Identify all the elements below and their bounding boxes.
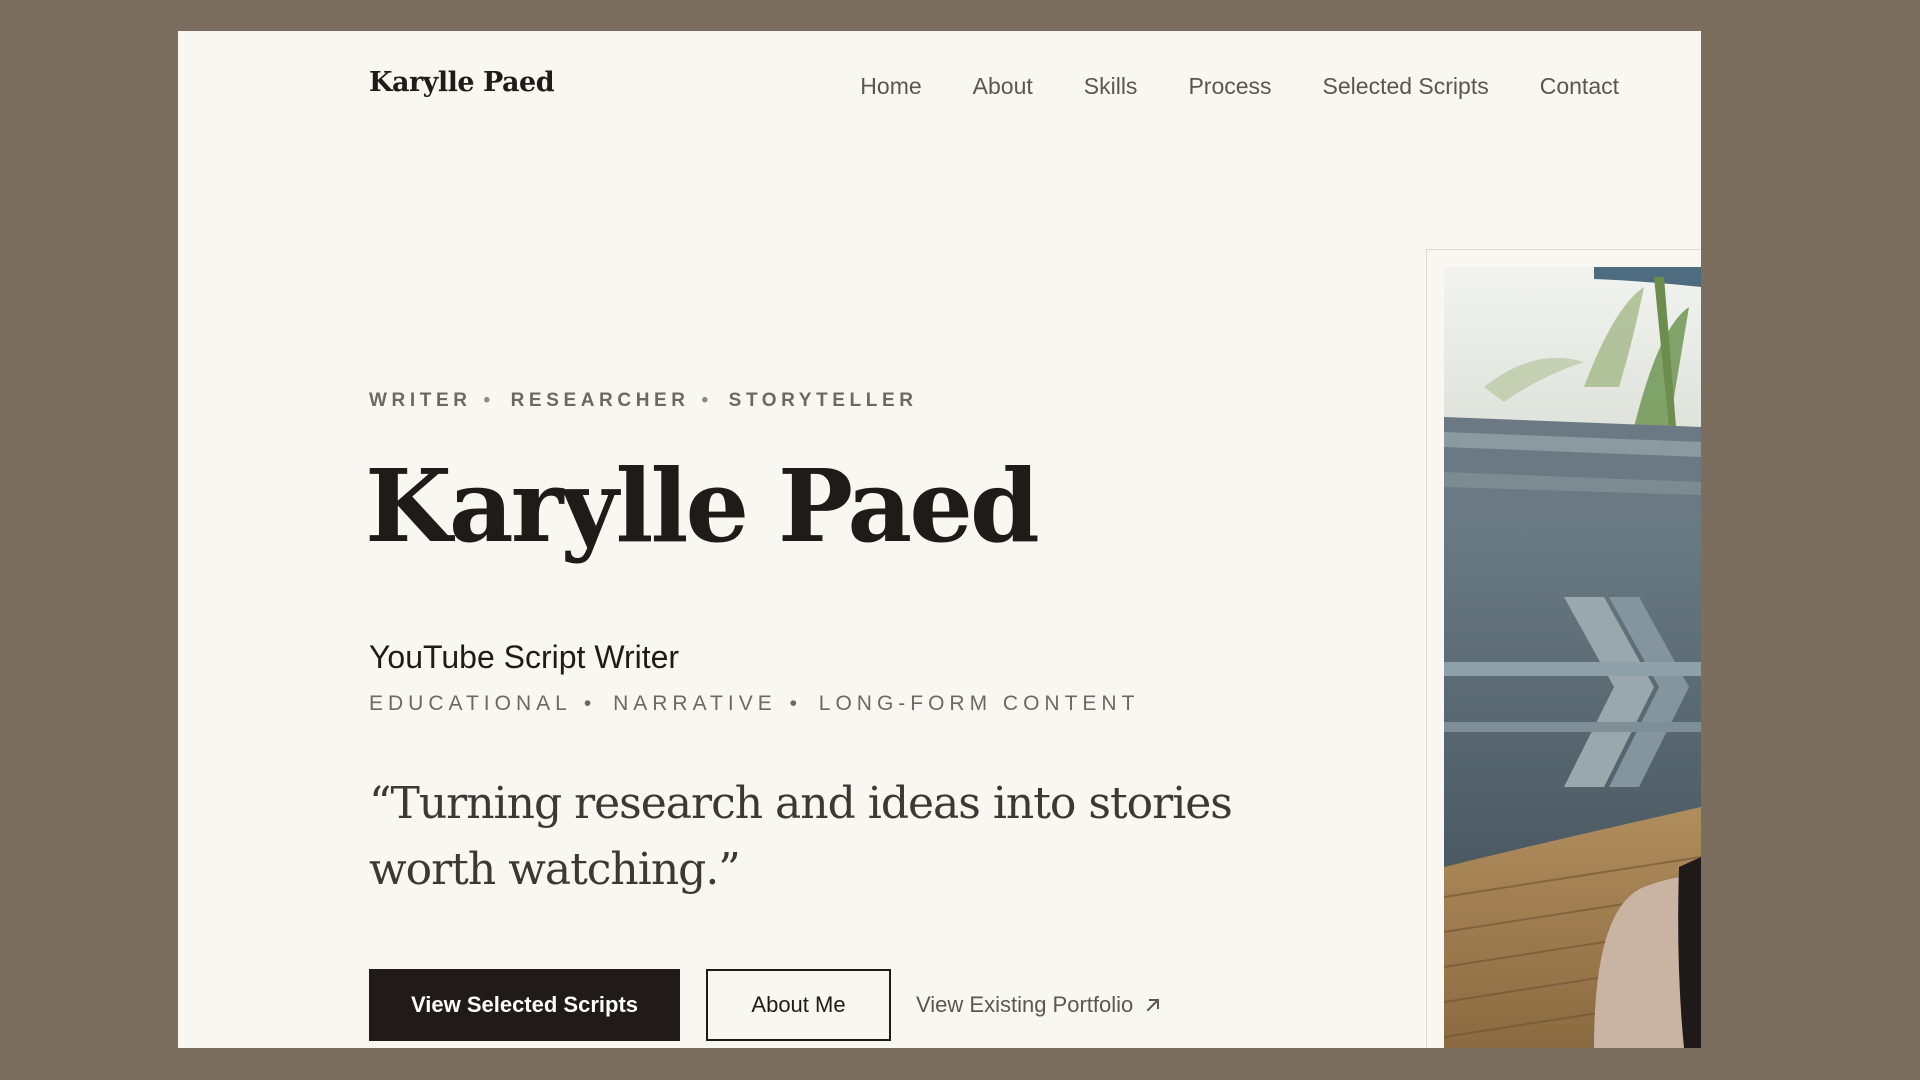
nav-about[interactable]: About (973, 73, 1033, 100)
portrait-photo (1444, 267, 1701, 1048)
category-educational: EDUCATIONAL (369, 692, 572, 715)
category-long-form: LONG-FORM CONTENT (818, 692, 1140, 715)
view-selected-scripts-button[interactable]: View Selected Scripts (369, 969, 680, 1041)
nav-process[interactable]: Process (1188, 73, 1271, 100)
hero-categories: EDUCATIONAL • NARRATIVE • LONG-FORM CONT… (369, 692, 1139, 716)
portrait-photo-image (1444, 267, 1701, 1048)
nav-selected-scripts[interactable]: Selected Scripts (1323, 73, 1489, 100)
eyebrow-researcher: RESEARCHER (510, 390, 690, 411)
main-nav: Home About Skills Process Selected Scrip… (860, 73, 1619, 100)
view-portfolio-link[interactable]: View Existing Portfolio (916, 992, 1161, 1018)
nav-contact[interactable]: Contact (1540, 73, 1619, 100)
eyebrow-separator: • (483, 390, 495, 411)
eyebrow-writer: WRITER (369, 390, 472, 411)
nav-home[interactable]: Home (860, 73, 921, 100)
category-separator: • (789, 692, 802, 715)
hero-role: YouTube Script Writer (369, 639, 680, 675)
about-me-button[interactable]: About Me (706, 969, 891, 1041)
category-separator: • (583, 692, 597, 715)
hero-cta-row: View Selected Scripts About Me View Exis… (369, 969, 1161, 1041)
category-narrative: NARRATIVE (613, 692, 777, 715)
hero-name: Karylle Paed (365, 447, 1040, 565)
hero-eyebrow: WRITER • RESEARCHER • STORYTELLER (369, 390, 918, 412)
nav-skills[interactable]: Skills (1084, 73, 1138, 100)
eyebrow-separator: • (701, 390, 713, 411)
hero-quote: “Turning research and ideas into stories… (369, 778, 1233, 895)
eyebrow-storyteller: STORYTELLER (728, 390, 918, 411)
site-window: Karylle Paed Home About Skills Process S… (178, 31, 1701, 1048)
view-portfolio-label: View Existing Portfolio (916, 992, 1134, 1017)
external-arrow-icon (1146, 998, 1160, 1012)
brand-logo[interactable]: Karylle Paed (369, 67, 555, 98)
